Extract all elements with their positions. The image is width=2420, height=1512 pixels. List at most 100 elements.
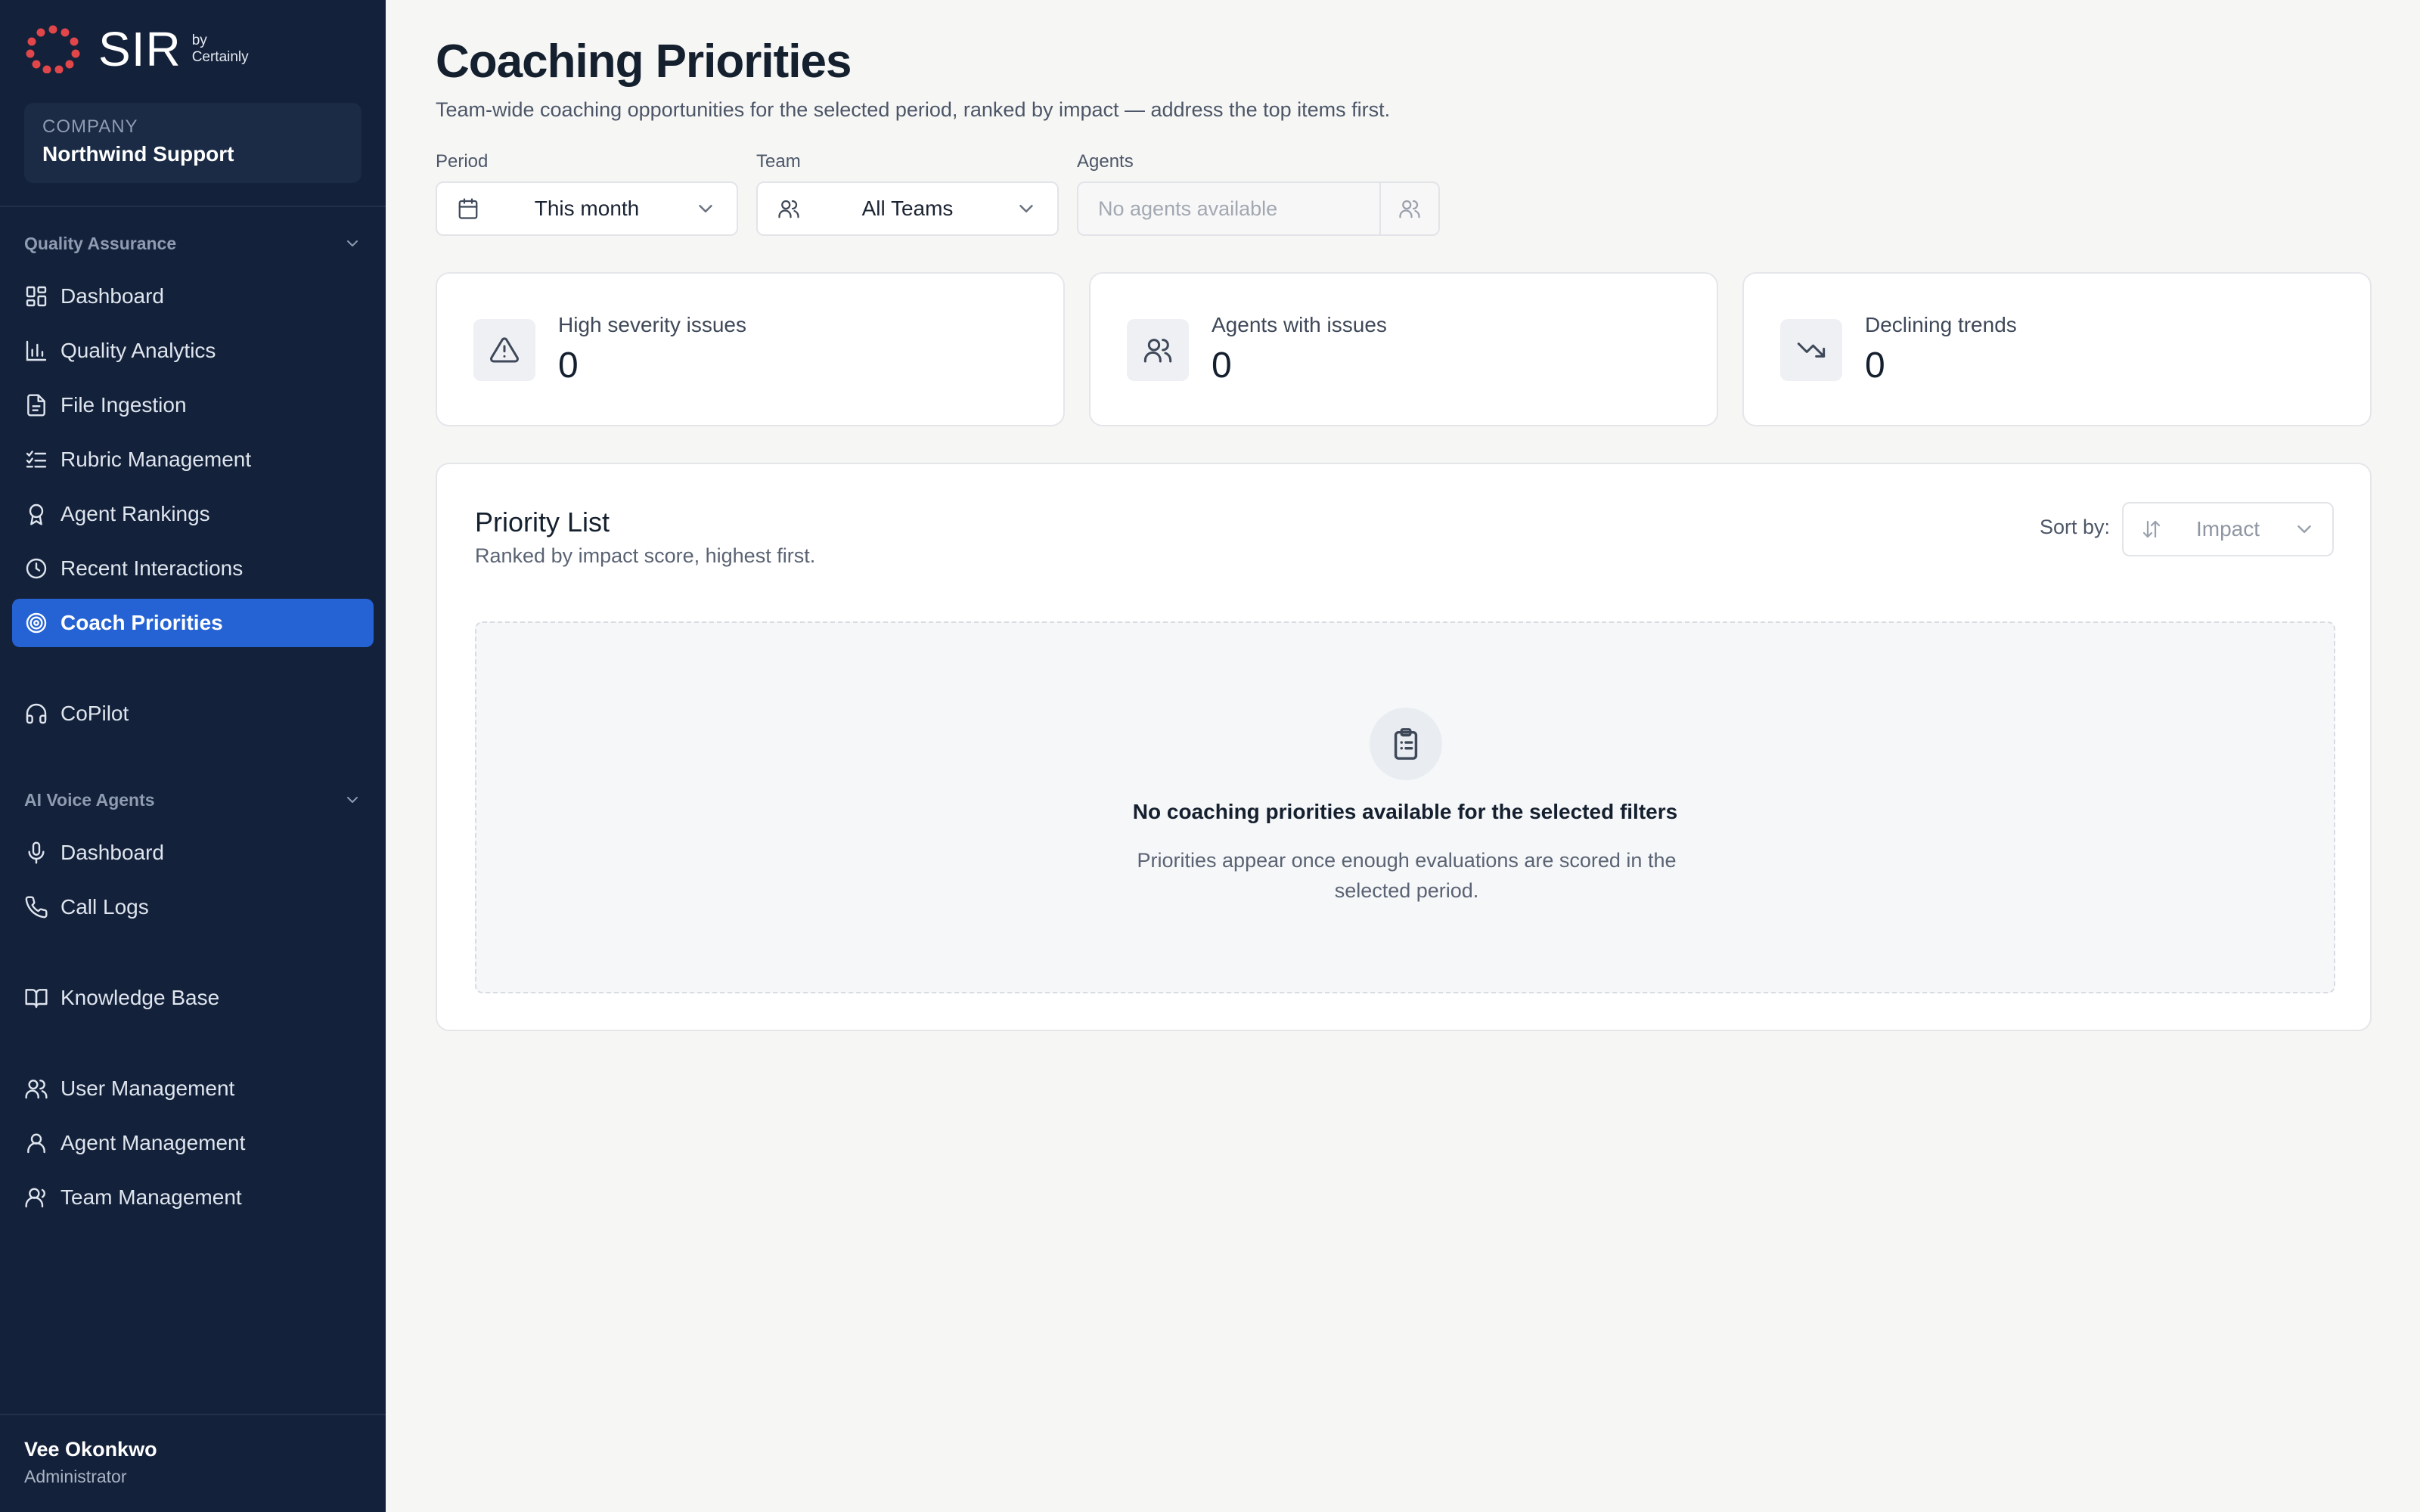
sidebar-item-label: Rubric Management: [60, 448, 252, 471]
team-select[interactable]: All Teams: [756, 181, 1059, 236]
agents-label: Agents: [1077, 151, 1134, 172]
empty-state-description: Priorities appear once enough evaluation…: [1137, 849, 1677, 902]
sidebar-item-label: CoPilot: [60, 702, 129, 725]
agents-picker-button[interactable]: [1379, 183, 1438, 234]
sidebar-item-label: Agent Rankings: [60, 502, 210, 525]
sidebar-item-rubric-management[interactable]: Rubric Management: [12, 435, 374, 484]
book-icon: [25, 989, 48, 1009]
sidebar-item-label: Coach Priorities: [60, 611, 223, 634]
user-name[interactable]: Vee Okonkwo: [24, 1438, 157, 1461]
sort-label: Sort by:: [2039, 516, 2110, 538]
user-role: Administrator: [24, 1467, 127, 1486]
chevron-down-icon: [1019, 205, 1033, 212]
agents-placeholder: No agents available: [1098, 197, 1278, 220]
sidebar-item-quality-analytics[interactable]: Quality Analytics: [12, 327, 374, 375]
sidebar-item-label: Knowledge Base: [60, 986, 220, 1009]
sidebar-item-file-ingestion[interactable]: File Ingestion: [12, 381, 374, 429]
company-label: COMPANY: [42, 116, 138, 137]
users-icon: [1399, 200, 1420, 218]
agents-select[interactable]: No agents available: [1077, 181, 1440, 236]
sidebar-item-coach-priorities[interactable]: Coach Priorities: [12, 599, 374, 647]
brand-name: SIR: [98, 22, 182, 76]
trending-down-icon: [1797, 342, 1826, 358]
stat-label: Agents with issues: [1212, 313, 1387, 336]
sidebar-item-call-logs[interactable]: Call Logs: [12, 883, 374, 931]
team-value: All Teams: [861, 197, 954, 220]
logo-mark-icon: [26, 25, 80, 73]
sidebar-item-team-management[interactable]: Team Management: [12, 1173, 374, 1222]
page-title: Coaching Priorities: [436, 36, 852, 88]
team-icon: [25, 1188, 45, 1208]
stat-value: 0: [1212, 345, 1232, 386]
section-ai-voice-agents-label: AI Voice Agents: [24, 789, 155, 810]
sidebar-item-label: Quality Analytics: [60, 339, 216, 362]
alert-triangle-icon: [490, 337, 519, 363]
priority-list-subtitle: Ranked by impact score, highest first.: [475, 544, 816, 567]
users-icon: [778, 200, 799, 218]
microphone-icon: [28, 841, 45, 864]
users-icon: [1143, 339, 1172, 363]
section-quality-assurance[interactable]: Quality Assurance: [24, 227, 361, 260]
sidebar-item-label: User Management: [60, 1077, 235, 1100]
dashboard-icon: [26, 286, 47, 307]
sidebar-item-agent-management[interactable]: Agent Management: [12, 1119, 374, 1167]
sidebar: SIR by Certainly COMPANY Northwind Suppo…: [0, 0, 386, 1512]
user-icon: [27, 1133, 45, 1154]
company-name: Northwind Support: [42, 142, 234, 166]
sidebar-item-dashboard[interactable]: Dashboard: [12, 272, 374, 321]
stat-icon-box: [1127, 319, 1189, 381]
period-label: Period: [436, 151, 489, 172]
file-icon: [27, 394, 45, 417]
stat-card-agents-with-issues: Agents with issues 0: [1089, 272, 1718, 426]
stat-icon-box: [1780, 319, 1842, 381]
sidebar-item-label: Agent Management: [60, 1131, 246, 1154]
clipboard-list-icon: [1394, 728, 1418, 760]
sidebar-item-label: Dashboard: [60, 841, 164, 864]
checklist-icon: [26, 451, 47, 468]
sidebar-divider: [0, 206, 386, 207]
stat-card-declining-trends: Declining trends 0: [1742, 272, 2372, 426]
priority-list-title: Priority List: [475, 507, 610, 538]
bar-chart-icon: [26, 340, 47, 361]
clock-icon: [26, 558, 47, 579]
sidebar-item-label: Team Management: [60, 1185, 242, 1209]
sort-select[interactable]: Impact: [2122, 502, 2334, 556]
stat-value: 0: [1865, 345, 1885, 386]
target-icon: [26, 612, 47, 634]
team-label: Team: [756, 151, 801, 172]
chevron-down-icon: [2297, 525, 2311, 533]
period-select[interactable]: This month: [436, 181, 738, 236]
headphones-icon: [26, 703, 47, 724]
brand-by: by: [191, 33, 207, 48]
sidebar-bottom-divider: [0, 1414, 386, 1415]
sidebar-item-user-management[interactable]: User Management: [12, 1064, 374, 1113]
sort-arrows-icon: [2142, 520, 2161, 538]
stat-card-high-severity: High severity issues 0: [436, 272, 1065, 426]
stat-label: Declining trends: [1865, 313, 2017, 336]
sidebar-item-voice-dashboard[interactable]: Dashboard: [12, 829, 374, 877]
empty-state: No coaching priorities available for the…: [475, 621, 2335, 993]
stat-icon-box: [473, 319, 535, 381]
calendar-icon: [458, 198, 478, 219]
priority-list-card: Priority List Ranked by impact score, hi…: [436, 463, 2372, 1031]
sidebar-item-copilot[interactable]: CoPilot: [12, 689, 374, 738]
sidebar-item-agent-rankings[interactable]: Agent Rankings: [12, 490, 374, 538]
empty-state-icon-circle: [1370, 708, 1442, 780]
sidebar-item-recent-interactions[interactable]: Recent Interactions: [12, 544, 374, 593]
sidebar-item-knowledge-base[interactable]: Knowledge Base: [12, 974, 374, 1022]
period-value: This month: [534, 197, 640, 220]
company-switcher[interactable]: COMPANY Northwind Support: [24, 103, 361, 183]
chevron-down-icon: [347, 240, 358, 246]
section-quality-assurance-label: Quality Assurance: [24, 233, 177, 253]
chevron-down-icon: [699, 205, 712, 212]
section-ai-voice-agents[interactable]: AI Voice Agents: [24, 783, 361, 816]
sidebar-item-label: Call Logs: [60, 895, 149, 919]
brand-certainly: Certainly: [191, 49, 249, 65]
page-subtitle: Team-wide coaching opportunities for the…: [436, 98, 1391, 121]
sidebar-item-label: Recent Interactions: [60, 556, 244, 580]
brand-logo[interactable]: SIR by Certainly: [24, 23, 249, 76]
sidebar-item-label: File Ingestion: [60, 393, 187, 417]
award-icon: [29, 503, 44, 525]
sort-value: Impact: [2195, 517, 2260, 541]
empty-state-title: No coaching priorities available for the…: [1132, 800, 1678, 823]
